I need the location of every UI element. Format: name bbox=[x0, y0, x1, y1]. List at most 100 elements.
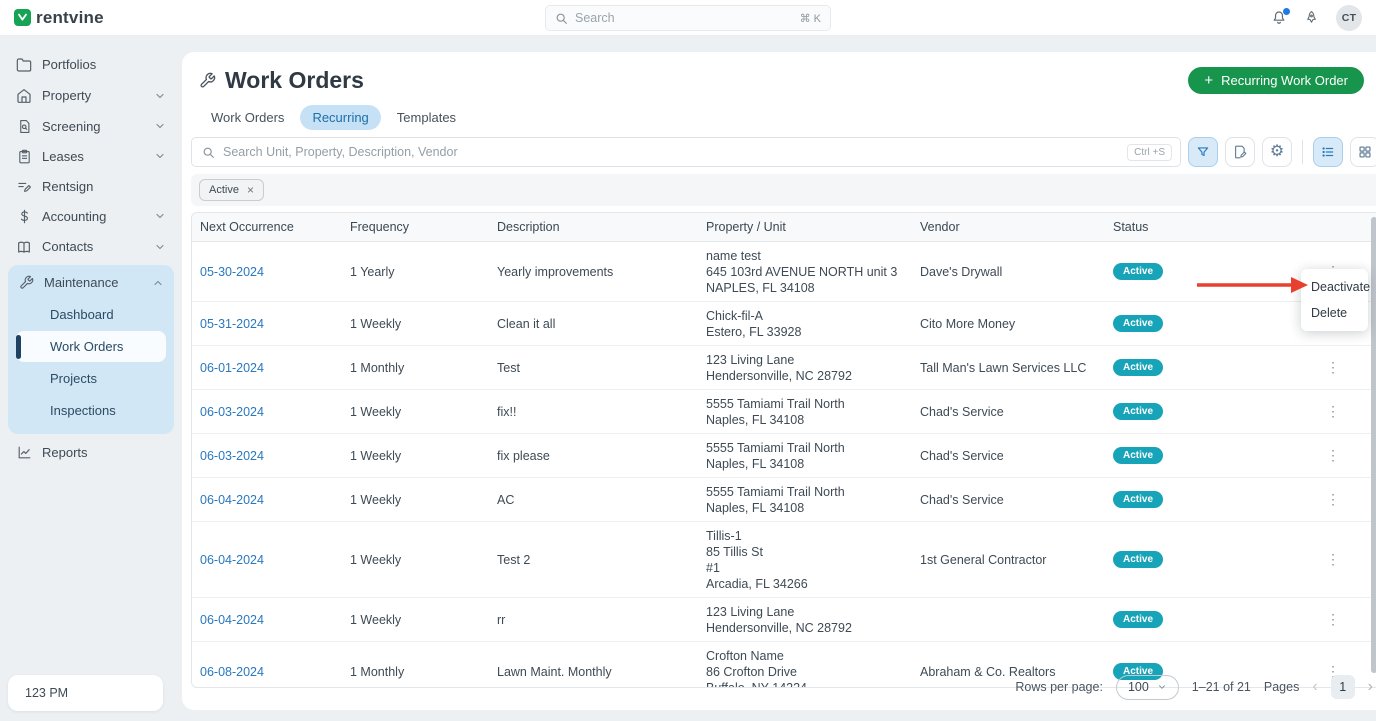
settings-button[interactable]: ⚙ bbox=[1262, 137, 1292, 167]
kebab-menu-icon[interactable]: ⋮ bbox=[1320, 489, 1346, 509]
kebab-menu-icon[interactable]: ⋮ bbox=[1320, 445, 1346, 465]
sidebar-item-contacts[interactable]: Contacts bbox=[0, 231, 182, 262]
tab-recurring[interactable]: Recurring bbox=[300, 105, 380, 130]
next-occurrence-link[interactable]: 06-01-2024 bbox=[200, 361, 264, 375]
sidebar-label: Accounting bbox=[42, 209, 106, 224]
previous-page-icon[interactable]: ‹ bbox=[1312, 679, 1317, 695]
frequency-cell: 1 Monthly bbox=[342, 355, 489, 380]
filter-button[interactable] bbox=[1188, 137, 1218, 167]
funnel-icon bbox=[1196, 145, 1210, 159]
table-row[interactable]: 06-04-2024 1 Weekly rr 123 Living Lane H… bbox=[192, 598, 1376, 642]
table-row[interactable]: 06-03-2024 1 Weekly fix please 5555 Tami… bbox=[192, 434, 1376, 478]
vendor-cell: Chad's Service bbox=[912, 486, 1105, 513]
chevron-down-icon bbox=[154, 150, 166, 162]
whats-new-button[interactable] bbox=[1304, 10, 1319, 25]
status-badge: Active bbox=[1113, 359, 1163, 376]
next-page-icon[interactable]: › bbox=[1368, 679, 1373, 695]
sidebar-item-maintenance[interactable]: Maintenance bbox=[8, 267, 174, 298]
chevron-up-icon bbox=[152, 277, 164, 289]
global-search[interactable]: ⌘ K bbox=[545, 5, 831, 31]
book-icon bbox=[16, 239, 32, 255]
next-occurrence-link[interactable]: 06-04-2024 bbox=[200, 493, 264, 507]
column-header-property-unit: Property / Unit bbox=[698, 220, 912, 234]
status-badge: Active bbox=[1113, 551, 1163, 568]
notifications-button[interactable] bbox=[1271, 10, 1287, 26]
table-row[interactable]: 05-30-2024 1 Yearly Yearly improvements … bbox=[192, 242, 1376, 302]
work-orders-page: Work Orders + Recurring Work Order Work … bbox=[182, 52, 1376, 710]
sidebar-item-inspections[interactable]: Inspections bbox=[16, 395, 166, 426]
menu-item-deactivate[interactable]: Deactivate bbox=[1301, 274, 1368, 300]
sidebar-item-accounting[interactable]: Accounting bbox=[0, 201, 182, 231]
sidebar-label: Reports bbox=[42, 445, 88, 460]
company-switcher[interactable]: 123 PM bbox=[8, 675, 163, 711]
property-unit-cell: Chick-fil-A Estero, FL 33928 bbox=[698, 302, 912, 345]
list-view-icon bbox=[1321, 145, 1335, 159]
table-search-input[interactable] bbox=[223, 145, 1119, 159]
table-row[interactable]: 05-31-2024 1 Weekly Clean it all Chick-f… bbox=[192, 302, 1376, 346]
work-orders-tabs: Work Orders Recurring Templates bbox=[191, 96, 1376, 130]
description-cell: Test bbox=[489, 355, 698, 380]
sidebar-item-leases[interactable]: Leases bbox=[0, 141, 182, 171]
sidebar-label: Contacts bbox=[42, 239, 93, 254]
pagination-bar: Rows per page: 100 1–21 of 21 Pages ‹ 1 … bbox=[198, 672, 1373, 702]
table-row[interactable]: 06-03-2024 1 Weekly fix!! 5555 Tamiami T… bbox=[192, 390, 1376, 434]
table-search[interactable]: Ctrl +S bbox=[191, 137, 1181, 167]
list-view-button[interactable] bbox=[1313, 137, 1343, 167]
annotation-arrow bbox=[1196, 277, 1308, 293]
kebab-menu-icon[interactable]: ⋮ bbox=[1320, 609, 1346, 629]
sidebar-item-work-orders[interactable]: Work Orders bbox=[16, 331, 166, 362]
sidebar-item-portfolios[interactable]: Portfolios bbox=[0, 49, 182, 80]
chevron-down-icon bbox=[154, 210, 166, 222]
kebab-menu-icon[interactable]: ⋮ bbox=[1320, 401, 1346, 421]
saved-filters-button[interactable] bbox=[1225, 137, 1255, 167]
chevron-down-icon bbox=[1157, 682, 1167, 692]
home-icon bbox=[16, 88, 32, 104]
user-avatar[interactable]: CT bbox=[1336, 5, 1362, 31]
chip-close-icon[interactable]: × bbox=[247, 183, 254, 197]
sidebar-item-property[interactable]: Property bbox=[0, 80, 182, 111]
description-cell: AC bbox=[489, 487, 698, 512]
table-scrollbar[interactable] bbox=[1371, 217, 1376, 673]
frequency-cell: 1 Weekly bbox=[342, 443, 489, 468]
next-occurrence-link[interactable]: 05-30-2024 bbox=[200, 265, 264, 279]
kebab-menu-icon[interactable]: ⋮ bbox=[1320, 357, 1346, 377]
maintenance-group: Maintenance Dashboard Work Orders Projec… bbox=[8, 265, 174, 434]
rentvine-logo[interactable]: rentvine bbox=[14, 8, 104, 28]
table-row[interactable]: 06-04-2024 1 Weekly Test 2 Tillis-1 85 T… bbox=[192, 522, 1376, 598]
sidebar-label: Maintenance bbox=[44, 275, 118, 290]
sidebar-item-screening[interactable]: Screening bbox=[0, 111, 182, 141]
description-cell: Clean it all bbox=[489, 311, 698, 336]
filter-chip-active[interactable]: Active × bbox=[199, 179, 264, 201]
property-unit-cell: name test 645 103rd AVENUE NORTH unit 3 … bbox=[698, 242, 912, 301]
description-cell: fix!! bbox=[489, 399, 698, 424]
sidebar-item-dashboard[interactable]: Dashboard bbox=[16, 299, 166, 330]
rows-per-page-select[interactable]: 100 bbox=[1116, 675, 1179, 700]
menu-item-delete[interactable]: Delete bbox=[1301, 300, 1368, 326]
wrench-icon bbox=[199, 72, 216, 89]
next-occurrence-link[interactable]: 06-03-2024 bbox=[200, 449, 264, 463]
grid-view-button[interactable] bbox=[1350, 137, 1376, 167]
tab-work-orders[interactable]: Work Orders bbox=[199, 105, 296, 130]
next-occurrence-link[interactable]: 05-31-2024 bbox=[200, 317, 264, 331]
sidebar-item-projects[interactable]: Projects bbox=[16, 363, 166, 394]
property-unit-cell: 5555 Tamiami Trail North Naples, FL 3410… bbox=[698, 478, 912, 521]
sidebar-item-reports[interactable]: Reports bbox=[0, 437, 182, 467]
next-occurrence-link[interactable]: 06-03-2024 bbox=[200, 405, 264, 419]
global-search-input[interactable] bbox=[575, 11, 793, 25]
kebab-menu-icon[interactable]: ⋮ bbox=[1320, 549, 1346, 569]
vendor-cell bbox=[912, 614, 1105, 625]
description-cell: fix please bbox=[489, 443, 698, 468]
table-row[interactable]: 06-04-2024 1 Weekly AC 5555 Tamiami Trai… bbox=[192, 478, 1376, 522]
sidebar-item-rentsign[interactable]: Rentsign bbox=[0, 171, 182, 201]
tab-templates[interactable]: Templates bbox=[385, 105, 468, 130]
frequency-cell: 1 Weekly bbox=[342, 607, 489, 632]
frequency-cell: 1 Weekly bbox=[342, 399, 489, 424]
notification-dot bbox=[1283, 8, 1290, 15]
new-recurring-work-order-button[interactable]: + Recurring Work Order bbox=[1188, 67, 1364, 94]
search-shortcut-hint: ⌘ K bbox=[800, 12, 821, 25]
description-cell: Test 2 bbox=[489, 547, 698, 572]
next-occurrence-link[interactable]: 06-04-2024 bbox=[200, 613, 264, 627]
next-occurrence-link[interactable]: 06-04-2024 bbox=[200, 553, 264, 567]
current-page-button[interactable]: 1 bbox=[1331, 675, 1355, 699]
table-row[interactable]: 06-01-2024 1 Monthly Test 123 Living Lan… bbox=[192, 346, 1376, 390]
